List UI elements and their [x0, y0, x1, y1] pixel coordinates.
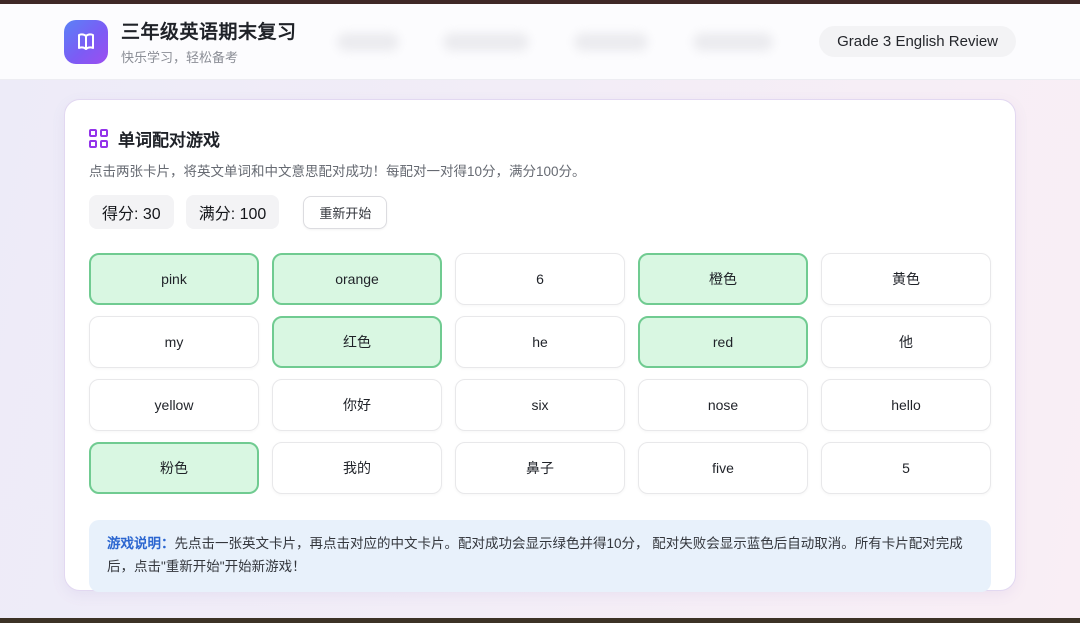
app-header: 三年级英语期末复习 快乐学习，轻松备考 Grade 3 English Revi…: [0, 4, 1080, 80]
word-card[interactable]: 橙色: [638, 253, 808, 305]
grid-icon: [89, 129, 108, 148]
game-description: 点击两张卡片，将英文单词和中文意思配对成功！每配对一对得10分，满分100分。: [89, 164, 586, 179]
nav-item-blurred[interactable]: [574, 32, 649, 51]
app-logo: [64, 19, 108, 64]
bottom-border-strip: [0, 618, 1080, 623]
score-label: 得分:: [102, 206, 139, 223]
word-card[interactable]: nose: [638, 379, 808, 431]
nav-item-blurred[interactable]: [693, 32, 774, 51]
word-card[interactable]: he: [455, 316, 625, 368]
score-badge: 得分: 30: [89, 195, 174, 229]
word-card[interactable]: six: [455, 379, 625, 431]
max-score-label: 满分:: [198, 206, 236, 223]
word-card[interactable]: yellow: [89, 379, 259, 431]
header-nav: [336, 32, 774, 51]
word-card[interactable]: 鼻子: [455, 442, 625, 494]
word-card[interactable]: 红色: [272, 316, 442, 368]
word-card[interactable]: orange: [272, 253, 442, 305]
max-score-value: 100: [239, 206, 267, 223]
open-book-icon: [74, 30, 98, 54]
game-title: 单词配对游戏: [118, 131, 220, 150]
instructions-text: 先点击一张英文卡片，再点击对应的中文卡片。配对成功会显示绿色并得10分， 配对失…: [107, 536, 963, 574]
word-card[interactable]: five: [638, 442, 808, 494]
page-title: 三年级英语期末复习: [121, 22, 297, 43]
max-score-badge: 满分: 100: [185, 195, 280, 229]
nav-item-blurred[interactable]: [443, 32, 530, 51]
word-card[interactable]: pink: [89, 253, 259, 305]
word-card[interactable]: my: [89, 316, 259, 368]
score-value: 30: [142, 206, 161, 223]
word-card[interactable]: 粉色: [89, 442, 259, 494]
word-card-grid: pink orange 6 橙色 黄色 my 红色 he red 他 yellow 你好 six nose…: [89, 253, 991, 494]
word-card[interactable]: 他: [821, 316, 991, 368]
word-card[interactable]: 6: [455, 253, 625, 305]
word-card[interactable]: 黄色: [821, 253, 991, 305]
game-panel: 单词配对游戏 点击两张卡片，将英文单词和中文意思配对成功！每配对一对得10分，满…: [64, 99, 1016, 592]
grade-badge: Grade 3 English Review: [819, 26, 1016, 57]
word-card[interactable]: 我的: [272, 442, 442, 494]
instructions-box: 游戏说明：先点击一张英文卡片，再点击对应的中文卡片。配对成功会显示绿色并得10分…: [89, 520, 991, 592]
instructions-label: 游戏说明：: [107, 536, 175, 551]
word-card[interactable]: red: [638, 316, 808, 368]
word-card[interactable]: hello: [821, 379, 991, 431]
word-card[interactable]: 你好: [272, 379, 442, 431]
page-subtitle: 快乐学习，轻松备考: [121, 50, 239, 65]
nav-item-blurred[interactable]: [336, 32, 399, 51]
main-content: 单词配对游戏 点击两张卡片，将英文单词和中文意思配对成功！每配对一对得10分，满…: [0, 80, 1080, 618]
word-card[interactable]: 5: [821, 442, 991, 494]
restart-button[interactable]: 重新开始: [303, 195, 388, 229]
